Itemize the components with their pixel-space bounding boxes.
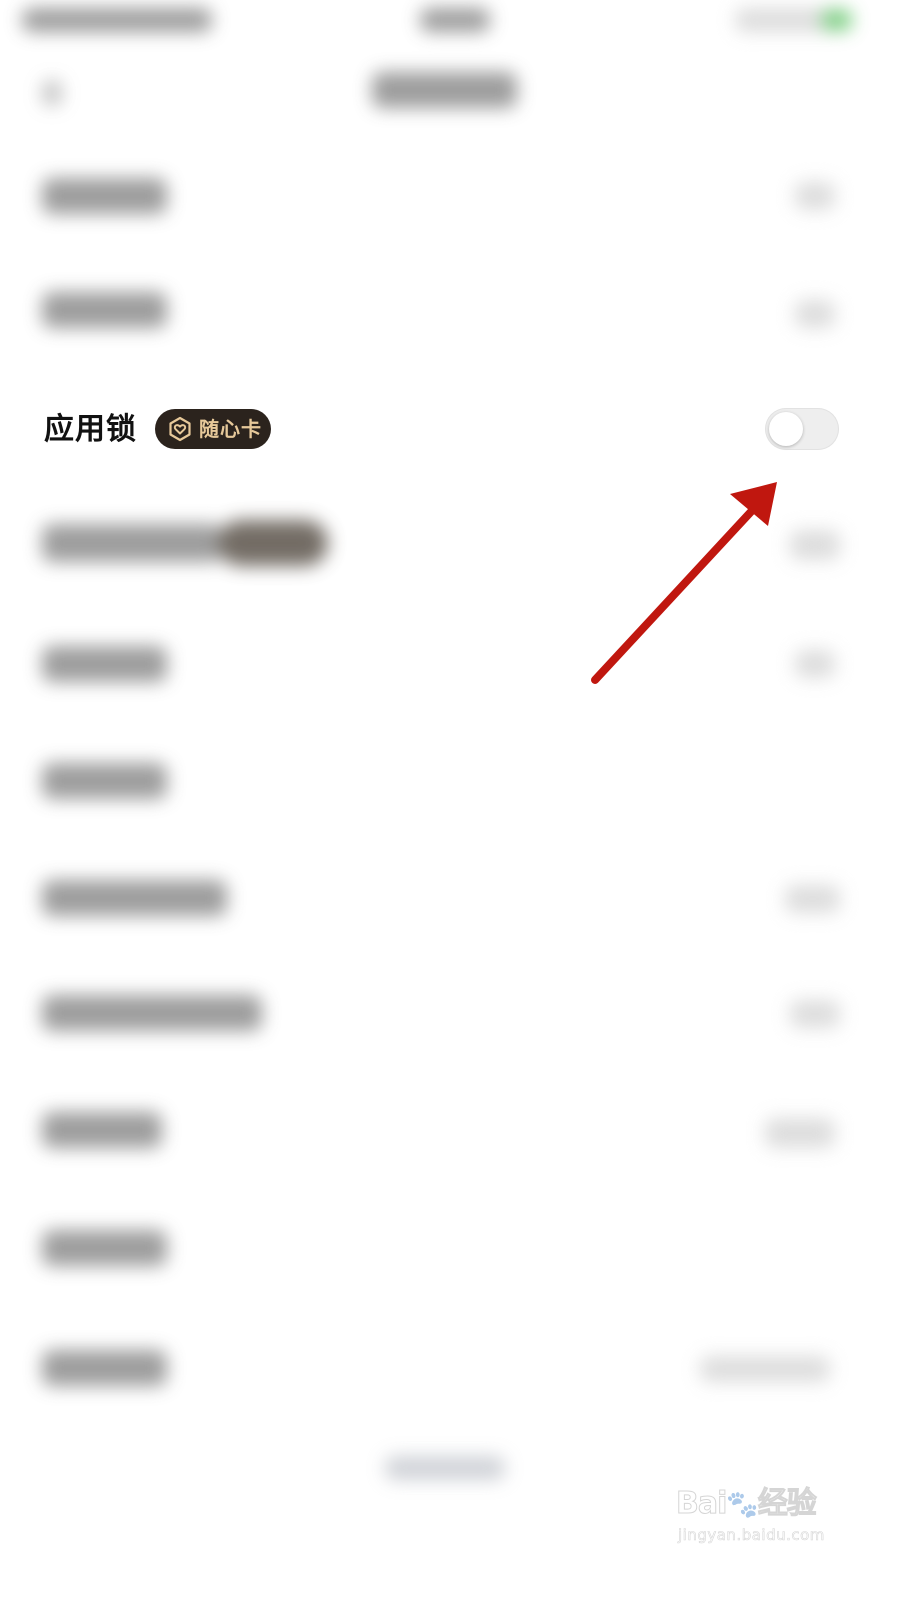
setting-label-blurred [42, 178, 167, 214]
setting-control-blurred[interactable] [790, 530, 840, 560]
setting-control-blurred[interactable] [795, 182, 835, 210]
setting-row-app-lock: 应用锁 随心卡 [0, 398, 900, 464]
setting-control-blurred[interactable] [790, 1000, 840, 1028]
setting-label-blurred [42, 1112, 162, 1148]
setting-control-blurred[interactable] [795, 300, 835, 328]
setting-label-blurred [42, 292, 167, 328]
back-arrow-icon[interactable] [42, 80, 62, 106]
status-bar-left-blurred [22, 8, 212, 32]
setting-label-blurred [42, 880, 227, 916]
watermark-url: jingyan.baidu.com [678, 1526, 825, 1545]
toggle-switch[interactable] [765, 408, 839, 450]
heart-hexagon-icon [167, 416, 193, 442]
setting-label-blurred [42, 524, 222, 562]
setting-value-blurred [700, 1356, 830, 1382]
setting-label-blurred [42, 763, 167, 799]
setting-label-blurred [42, 1350, 167, 1386]
home-indicator-blurred [385, 1456, 505, 1480]
setting-control-blurred[interactable] [785, 885, 840, 913]
battery-icon [822, 10, 852, 30]
blurred-background [0, 0, 900, 1600]
membership-badge: 随心卡 [155, 409, 271, 449]
watermark-brand: Bai🐾经验 [676, 1486, 818, 1522]
toggle-knob [769, 412, 803, 446]
page-title-blurred [372, 72, 517, 108]
setting-label: 应用锁 [44, 412, 137, 447]
badge-blurred [218, 520, 328, 566]
badge-label: 随心卡 [199, 417, 262, 441]
setting-control-blurred[interactable] [795, 650, 835, 678]
setting-control-blurred[interactable] [765, 1118, 835, 1148]
setting-label-blurred [42, 995, 262, 1031]
watermark-logo: Bai🐾经验 jingyan.baidu.com [676, 1470, 836, 1552]
status-bar-center-blurred [420, 8, 490, 32]
setting-label-blurred [42, 646, 167, 682]
setting-label-blurred [42, 1230, 167, 1266]
